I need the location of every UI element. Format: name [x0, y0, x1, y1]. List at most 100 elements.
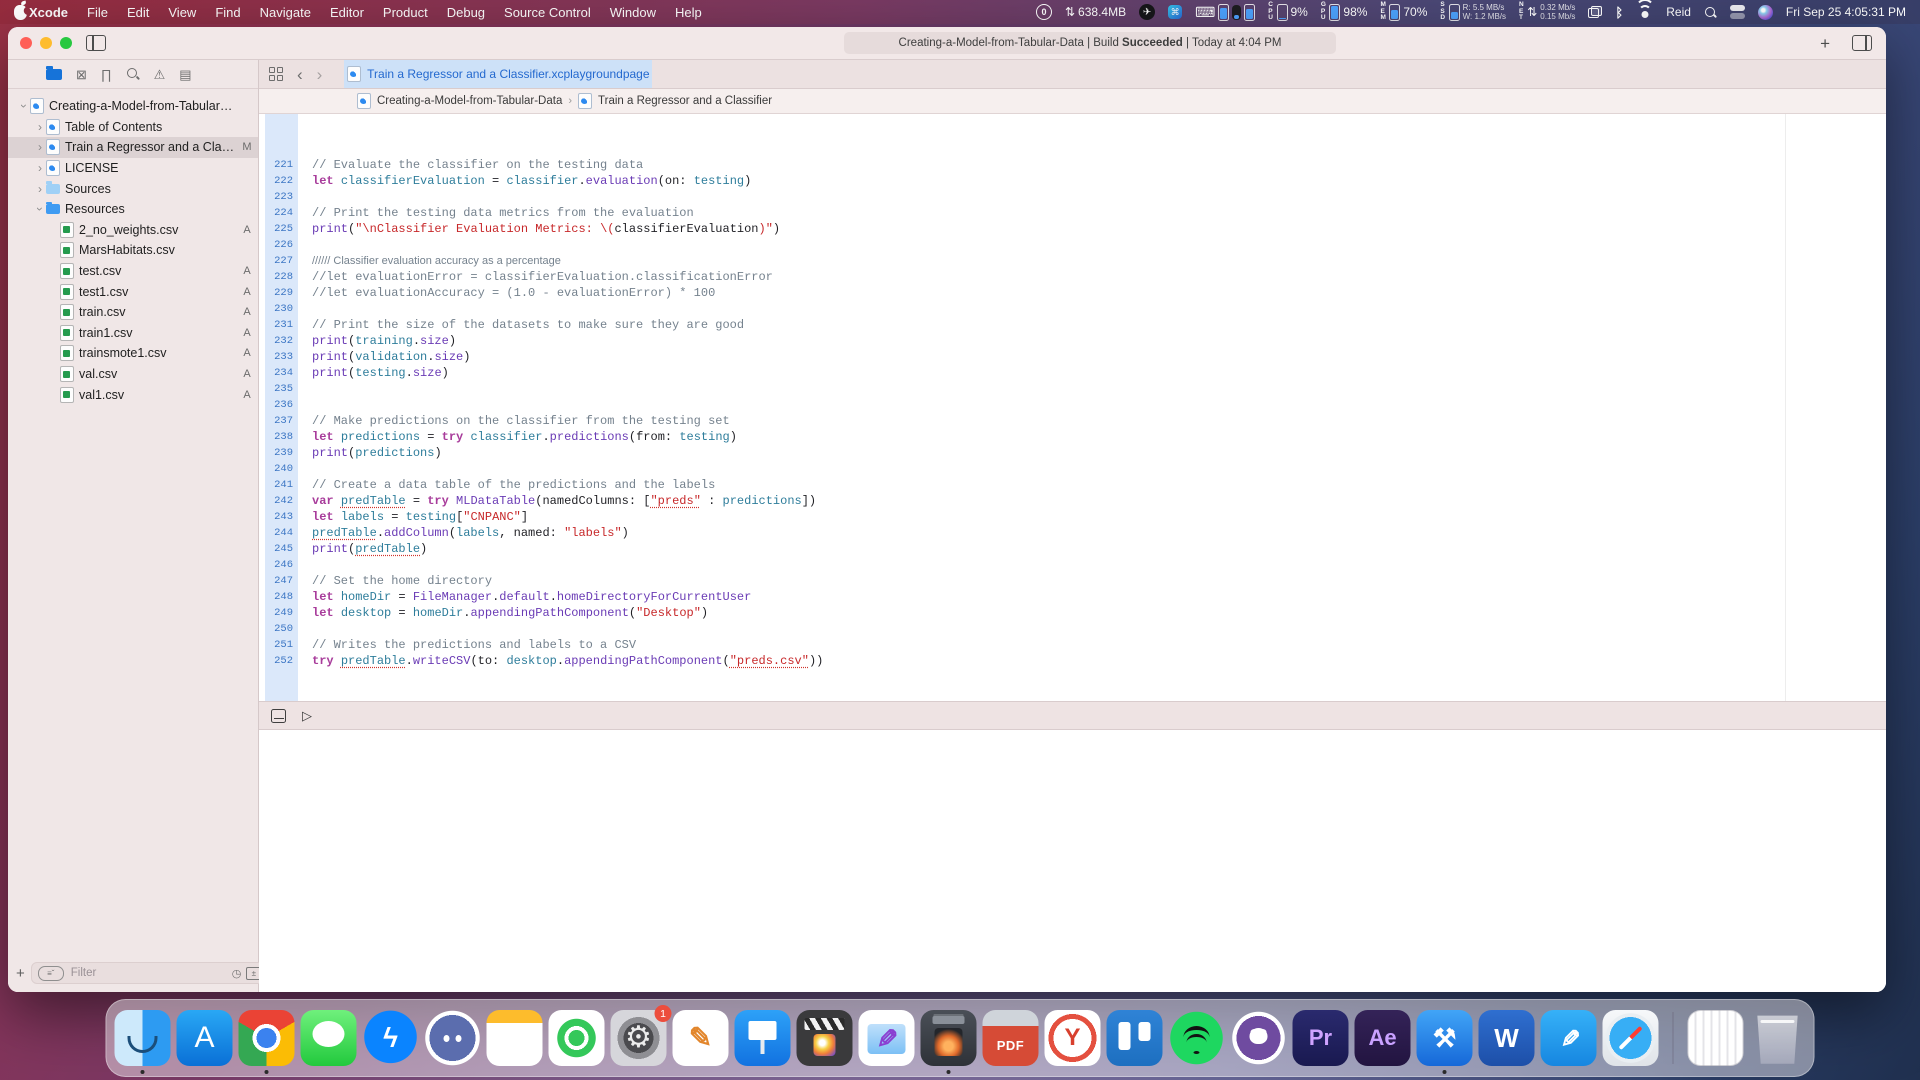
- window-manager-status-item[interactable]: [1588, 6, 1602, 18]
- source-code-editor[interactable]: 221// Evaluate the classifier on the tes…: [259, 114, 1886, 701]
- dock-icon-notes[interactable]: [487, 1010, 543, 1066]
- sidebar-filter-input[interactable]: [69, 966, 227, 980]
- dock-icon-xcode[interactable]: ⚒: [1417, 1010, 1473, 1066]
- sidebar-item-train-csv[interactable]: train.csvA: [8, 302, 258, 323]
- menu-xcode[interactable]: Xcode: [29, 5, 68, 20]
- filter-menu-icon[interactable]: ≡ˇ: [38, 966, 64, 981]
- breadcrumb-page[interactable]: Train a Regressor and a Classifier: [598, 95, 772, 107]
- sidebar-item-val1-csv[interactable]: val1.csvA: [8, 384, 258, 405]
- dock-icon-design-app[interactable]: ✎: [1541, 1010, 1597, 1066]
- breadcrumb-project[interactable]: Creating-a-Model-from-Tabular-Data: [377, 95, 562, 107]
- dock-icon-trash[interactable]: [1750, 1010, 1806, 1066]
- find-navigator-icon[interactable]: [126, 67, 140, 81]
- sidebar-item-sources[interactable]: ›Sources: [8, 178, 258, 199]
- activity-viewer[interactable]: Creating-a-Model-from-Tabular-Data | Bui…: [844, 32, 1336, 54]
- control-toggle-status-item[interactable]: [1730, 5, 1745, 19]
- tab-train-a-regressor[interactable]: Train a Regressor and a Classifier.xcpla…: [344, 60, 652, 88]
- project-navigator-icon[interactable]: [46, 69, 62, 80]
- ssd-meter[interactable]: SSDR: 5.5 MB/sW: 1.2 MB/s: [1440, 2, 1506, 22]
- symbols-navigator-icon[interactable]: ∏: [101, 68, 112, 81]
- dock-icon-premiere-pro[interactable]: Pr: [1293, 1010, 1349, 1066]
- issues-navigator-icon[interactable]: ⚠: [154, 68, 166, 81]
- bluetooth-devices-battery[interactable]: ⌨: [1195, 4, 1255, 21]
- sidebar-item-table-of-contents[interactable]: ›Table of Contents: [8, 117, 258, 138]
- back-button[interactable]: ‹: [297, 66, 303, 83]
- focus-status-item[interactable]: 0: [1036, 4, 1052, 20]
- disclosure-chevron[interactable]: ›: [34, 162, 46, 174]
- dock-icon-safari[interactable]: [1603, 1010, 1659, 1066]
- dock-icon-find-my[interactable]: [549, 1010, 605, 1066]
- gpu-meter[interactable]: GPU98%: [1321, 2, 1368, 22]
- add-file-button[interactable]: +: [16, 965, 25, 982]
- run-playground-button[interactable]: ▷: [302, 709, 312, 722]
- close-window-button[interactable]: [20, 37, 32, 49]
- sidebar-item-creating-a-model-from-tabular-data[interactable]: ›Creating-a-Model-from-Tabular-Data: [8, 96, 258, 117]
- dock-icon-system-preferences[interactable]: ⚙1: [611, 1010, 667, 1066]
- dock-icon-media-app[interactable]: [921, 1010, 977, 1066]
- assistant-status-item[interactable]: [1758, 5, 1773, 20]
- toggle-navigator-icon[interactable]: [86, 35, 106, 51]
- filter-field[interactable]: ≡ˇ ◷ ±: [31, 962, 269, 984]
- sidebar-item-marshabitats-csv[interactable]: MarsHabitats.csv: [8, 240, 258, 261]
- menu-edit[interactable]: Edit: [127, 5, 149, 20]
- source-control-navigator-icon[interactable]: ⊠: [76, 68, 87, 81]
- sidebar-item-license[interactable]: ›LICENSE: [8, 158, 258, 179]
- disclosure-chevron[interactable]: ›: [18, 100, 30, 112]
- dock-icon-keynote[interactable]: [735, 1010, 791, 1066]
- menu-help[interactable]: Help: [675, 5, 702, 20]
- wifi-status-item[interactable]: [1636, 6, 1653, 18]
- bluetooth-status-item[interactable]: ᛒ: [1615, 5, 1623, 20]
- menu-view[interactable]: View: [168, 5, 196, 20]
- cpu-meter[interactable]: CPU9%: [1268, 2, 1308, 22]
- dock-icon-github-desktop[interactable]: [1231, 1010, 1287, 1066]
- related-items-grid-icon[interactable]: [269, 67, 283, 81]
- fast-user-switch[interactable]: Reid: [1666, 5, 1691, 19]
- sidebar-item-trainsmote1-csv[interactable]: trainsmote1.csvA: [8, 343, 258, 364]
- dock-icon-receipts-app[interactable]: [1688, 1010, 1744, 1066]
- dock-icon-trello[interactable]: [1107, 1010, 1163, 1066]
- add-editor-button[interactable]: +: [1820, 35, 1830, 52]
- disclosure-chevron[interactable]: ›: [34, 141, 46, 153]
- dock-icon-chrome[interactable]: [239, 1010, 295, 1066]
- toggle-debug-area-icon[interactable]: [271, 709, 286, 723]
- dock-icon-word[interactable]: W: [1479, 1010, 1535, 1066]
- sidebar-item-test1-csv[interactable]: test1.csvA: [8, 281, 258, 302]
- disclosure-chevron[interactable]: ›: [34, 203, 46, 215]
- memory-meter[interactable]: MEM70%: [1380, 2, 1427, 22]
- bandwidth-indicator[interactable]: ⇅638.4MB: [1065, 5, 1126, 19]
- sidebar-item-train1-csv[interactable]: train1.csvA: [8, 323, 258, 344]
- menu-debug[interactable]: Debug: [447, 5, 485, 20]
- menu-editor[interactable]: Editor: [330, 5, 364, 20]
- editor-layout-icon[interactable]: [1852, 35, 1872, 51]
- dock-icon-messages[interactable]: [301, 1010, 357, 1066]
- menu-source-control[interactable]: Source Control: [504, 5, 591, 20]
- dock-icon-messenger[interactable]: ϟ: [363, 1010, 419, 1066]
- dock-icon-pdf-app[interactable]: PDF: [983, 1010, 1039, 1066]
- dock-icon-app-store[interactable]: A: [177, 1010, 233, 1066]
- dock-icon-playgrounds-editor[interactable]: ✎: [859, 1010, 915, 1066]
- dock-icon-spotify[interactable]: [1169, 1010, 1225, 1066]
- network-meter[interactable]: NET⇅0.32 Mb/s0.15 Mb/s: [1519, 2, 1575, 22]
- minimize-window-button[interactable]: [40, 37, 52, 49]
- sidebar-item-train-a-regressor-and-a-classifier[interactable]: ›Train a Regressor and a ClassifierM: [8, 137, 258, 158]
- menu-window[interactable]: Window: [610, 5, 656, 20]
- disclosure-chevron[interactable]: ›: [34, 183, 46, 195]
- dock-icon-pages[interactable]: ✎: [673, 1010, 729, 1066]
- shortcuts-status-item[interactable]: ⌘: [1168, 5, 1182, 19]
- menu-navigate[interactable]: Navigate: [260, 5, 311, 20]
- dock-icon-finder[interactable]: [115, 1010, 171, 1066]
- dock-icon-discord[interactable]: [425, 1010, 481, 1066]
- sidebar-item-2-no-weights-csv[interactable]: 2_no_weights.csvA: [8, 220, 258, 241]
- menu-find[interactable]: Find: [215, 5, 240, 20]
- menu-file[interactable]: File: [87, 5, 108, 20]
- spotlight-status-item[interactable]: [1704, 6, 1717, 19]
- apple-menu-icon[interactable]: [14, 5, 27, 20]
- dock-icon-final-cut-pro[interactable]: [797, 1010, 853, 1066]
- disclosure-chevron[interactable]: ›: [34, 121, 46, 133]
- flighty-status-item[interactable]: ✈: [1139, 4, 1155, 20]
- sidebar-item-val-csv[interactable]: val.csvA: [8, 364, 258, 385]
- reports-navigator-icon[interactable]: ▤: [179, 68, 191, 81]
- sidebar-item-resources[interactable]: ›Resources: [8, 199, 258, 220]
- recent-files-filter-icon[interactable]: ◷: [232, 967, 242, 980]
- dock-icon-ynab[interactable]: Y: [1045, 1010, 1101, 1066]
